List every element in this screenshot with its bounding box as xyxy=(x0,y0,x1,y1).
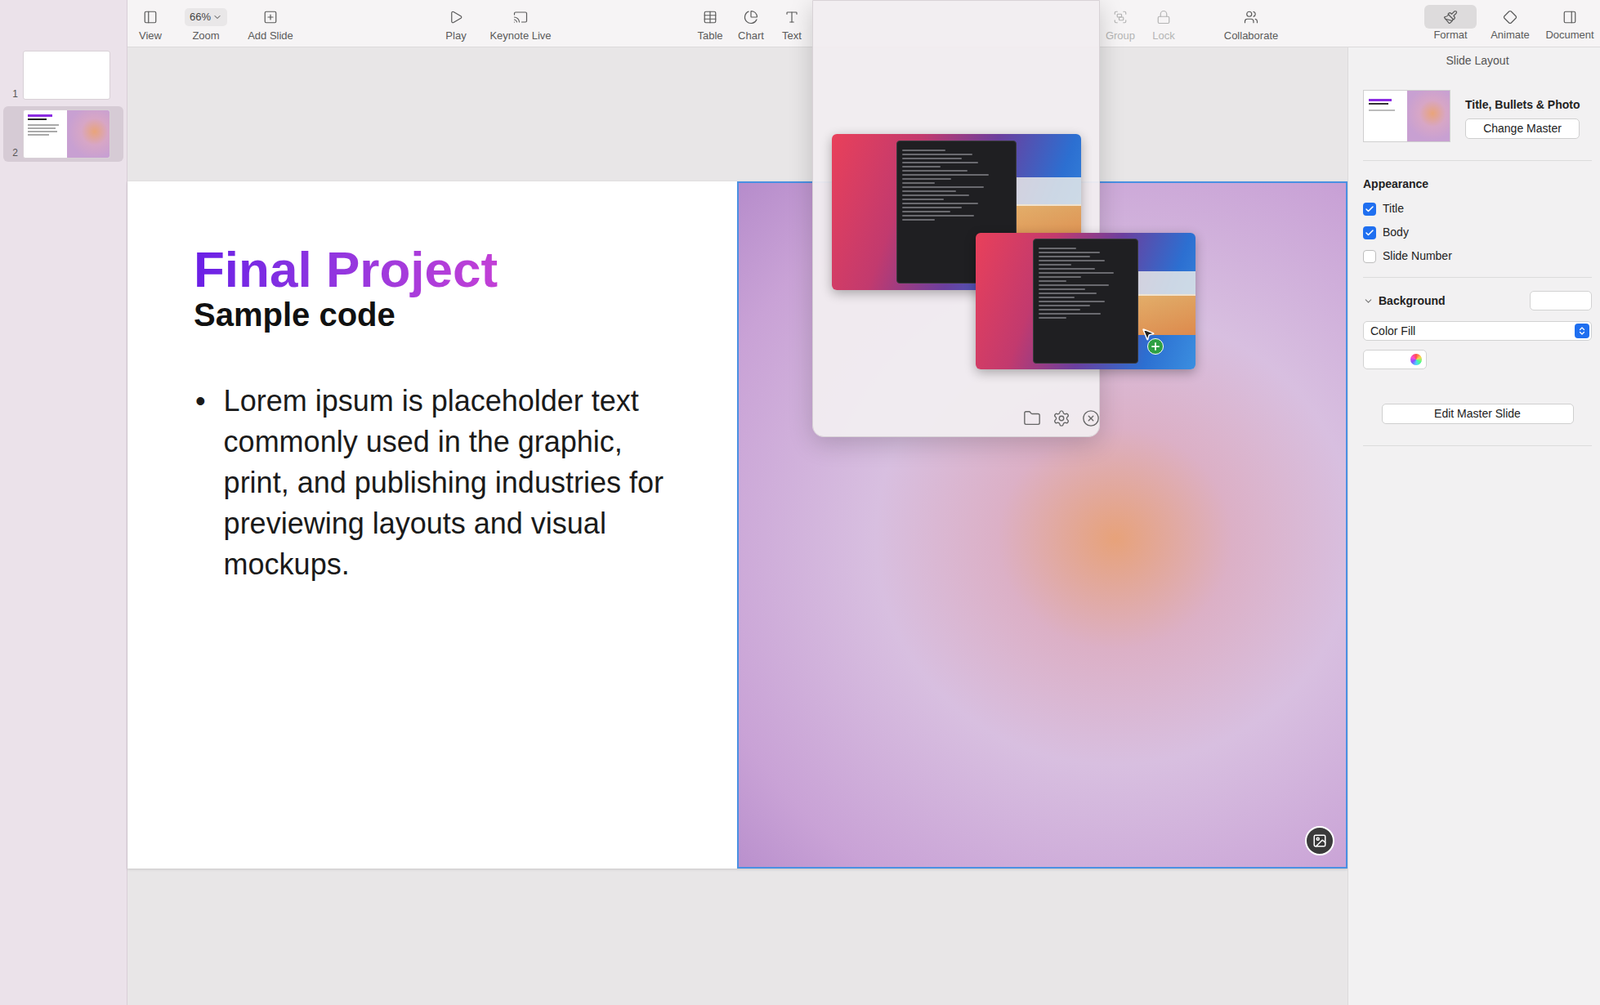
checkmark-icon xyxy=(1364,204,1375,215)
toolbar-button[interactable]: Play xyxy=(436,0,476,43)
close-icon[interactable] xyxy=(1081,409,1100,428)
edit-master-button[interactable]: Edit Master Slide xyxy=(1381,403,1574,425)
keynote-window: 12View66%ZoomAdd SlidePlayKeynote LiveTa… xyxy=(0,0,1600,1005)
play-icon xyxy=(448,9,464,25)
diamond-icon xyxy=(1502,9,1518,25)
plus-icon xyxy=(1149,340,1162,353)
lock-icon xyxy=(1156,9,1171,25)
toolbar-button: Lock xyxy=(1144,0,1184,43)
toolbar-button[interactable]: 66%Zoom xyxy=(179,0,233,43)
toolbar-button[interactable]: Chart xyxy=(731,0,771,43)
drag-cursor xyxy=(1140,326,1156,342)
text-box-icon xyxy=(784,9,800,25)
replace-image-button[interactable] xyxy=(1305,826,1335,856)
code-window xyxy=(1032,238,1139,365)
slide-thumbnail[interactable]: 2 xyxy=(3,106,124,162)
background-disclosure[interactable]: Background xyxy=(1363,292,1446,310)
stepper-icon xyxy=(1577,326,1587,336)
chevron-down-icon xyxy=(212,12,223,23)
toolbar-button[interactable]: Keynote Live xyxy=(483,0,558,43)
slide-thumbnail-preview xyxy=(22,109,111,159)
toolbar-button[interactable]: View xyxy=(130,0,170,43)
zoom-field[interactable]: 66% xyxy=(184,8,228,27)
slide-body[interactable]: •Lorem ipsum is placeholder text commonl… xyxy=(195,380,738,586)
fill-type-dropdown[interactable]: Color Fill xyxy=(1363,321,1592,341)
fill-color-well[interactable] xyxy=(1363,349,1427,370)
document-icon xyxy=(1562,9,1578,25)
image-icon xyxy=(1312,833,1328,849)
inspector-tab[interactable]: Animate xyxy=(1483,0,1537,42)
slide-canvas: Final ProjectSample code •Lorem ipsum is … xyxy=(127,47,1348,1005)
chart-icon xyxy=(743,9,759,25)
toolbar-button[interactable]: Add Slide xyxy=(241,0,300,43)
toolbar-button[interactable]: Table xyxy=(690,0,730,43)
toolbar-button[interactable]: Text xyxy=(772,0,812,43)
add-slide-icon xyxy=(263,9,278,25)
toolbar-button: Group xyxy=(1100,0,1140,43)
appearance-checkbox[interactable]: Title xyxy=(1363,196,1592,221)
slide-navigator: 12 xyxy=(0,0,128,1005)
slide-subtitle[interactable]: Sample code xyxy=(193,295,738,334)
broadcast-icon xyxy=(513,9,528,25)
slide-thumbnail-preview xyxy=(22,50,111,100)
sidebar-icon xyxy=(143,9,158,25)
checkmark-icon xyxy=(1364,227,1375,238)
toolbar-button[interactable]: Collaborate xyxy=(1214,0,1288,43)
appearance-checkbox[interactable]: Body xyxy=(1363,220,1592,245)
inspector-tab[interactable]: Format xyxy=(1421,0,1480,42)
folder-icon[interactable] xyxy=(1023,409,1042,428)
slide-thumbnail[interactable]: 1 xyxy=(3,47,124,103)
table-icon xyxy=(702,9,718,25)
chevron-down-icon xyxy=(1363,295,1374,307)
background-color-well[interactable] xyxy=(1529,290,1592,311)
color-wheel-icon[interactable] xyxy=(1409,353,1423,367)
inspector-tab[interactable]: Document xyxy=(1541,0,1599,42)
collaborate-icon xyxy=(1243,9,1259,25)
slide-title[interactable]: Final Project xyxy=(193,238,498,301)
appearance-checkbox[interactable]: Slide Number xyxy=(1363,244,1592,269)
gear-icon[interactable] xyxy=(1052,409,1071,428)
paintbrush-icon xyxy=(1443,9,1458,25)
change-master-button[interactable]: Change Master xyxy=(1465,118,1580,139)
group-icon xyxy=(1112,9,1128,25)
layout-thumbnail xyxy=(1363,89,1451,143)
inspector: Slide LayoutTitle, Bullets & PhotoChange… xyxy=(1347,47,1600,1005)
